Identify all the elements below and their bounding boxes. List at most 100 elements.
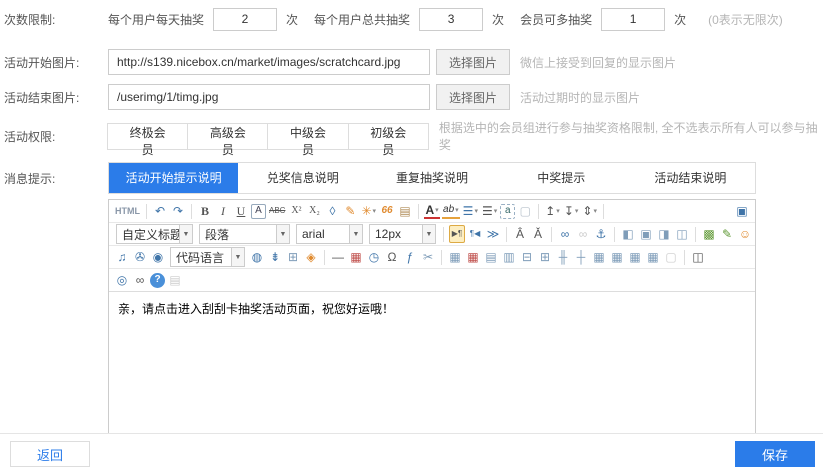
insert-code-icon[interactable]: ◍ [249,248,265,266]
print-icon[interactable]: ◫ [690,248,706,266]
highlight-color-icon[interactable]: ab▾ [442,204,460,219]
paste-icon[interactable]: ▤ [167,271,183,289]
insert-col-icon[interactable]: ⊞ [537,248,553,266]
insert-table-icon[interactable]: ▦ [447,248,463,266]
member-group-button[interactable]: 终极会员 [107,123,188,150]
auto-typeset-icon[interactable]: ✳▾ [360,202,377,220]
code-language-select[interactable]: 代码语言 ▼ [170,247,245,267]
end-image-pick-button[interactable]: 选择图片 [436,84,510,110]
fullscreen-icon[interactable]: ▣ [734,202,750,220]
merge-cells-icon[interactable]: ┼ [573,248,589,266]
paragraph-rtl-icon[interactable]: ▶¶ [449,225,465,243]
message-tab[interactable]: 中奖提示 [497,163,626,193]
message-tab[interactable]: 活动开始提示说明 [109,163,238,193]
doc-template-icon[interactable]: ▢ [663,248,679,266]
page-break-icon[interactable]: ⇟ [267,248,283,266]
to-uppercase-icon[interactable]: Â [512,225,528,243]
toolbar-separator [614,227,615,242]
message-tab[interactable]: 兑奖信息说明 [238,163,367,193]
formula-icon[interactable]: ƒ [402,248,418,266]
end-image-input[interactable] [108,84,430,110]
table-caption-icon[interactable]: ▥ [501,248,517,266]
insert-image-icon[interactable]: ▩ [701,225,717,243]
split-cells-icon[interactable]: ╫ [555,248,571,266]
ordered-list-icon[interactable]: ☰▾ [462,202,479,220]
bold-icon[interactable]: B [197,202,213,220]
snapshot-icon[interactable]: ✂ [420,248,436,266]
font-size-select[interactable]: 12px ▼ [369,224,436,244]
attachment-icon[interactable]: ✇ [132,248,148,266]
special-char-icon[interactable]: Ω [384,248,400,266]
format-painter-icon[interactable]: ✎ [342,202,358,220]
total-input[interactable] [419,8,483,31]
member-extra-input[interactable] [601,8,665,31]
editor-content[interactable]: 亲，请点击进入刮刮卡抽奖活动页面，祝您好运哦！ [109,292,755,441]
indent-icon[interactable]: ≫ [485,225,501,243]
anchor-icon[interactable]: a [500,204,515,219]
merge-right-icon[interactable]: ▦ [591,248,607,266]
horizontal-rule-icon[interactable]: — [330,248,346,266]
subscript-icon[interactable]: X₂ [306,202,322,220]
editor-toolbar-row2: 自定义标题 ▼ 段落 ▼ arial ▼ 12px ▼ ▶¶¶◀≫ÂǍ∞∞⚓◧▣… [109,223,755,246]
time-icon[interactable]: ◷ [366,248,382,266]
font-select[interactable]: arial ▼ [296,224,363,244]
unordered-list-icon[interactable]: ☰▾ [481,202,498,220]
table-title-icon[interactable]: ▤ [483,248,499,266]
per-day-input[interactable] [213,8,277,31]
strikethrough-icon[interactable]: ABC [268,202,286,220]
help-icon[interactable]: ? [150,273,165,288]
delete-col-icon[interactable]: ▦ [645,248,661,266]
html-source-icon[interactable]: HTML [114,202,141,220]
paragraph-ltr-icon[interactable]: ¶◀ [467,225,483,243]
image-float-left-icon[interactable]: ◧ [620,225,636,243]
start-image-pick-button[interactable]: 选择图片 [436,49,510,75]
music-icon[interactable]: ♫ [114,248,130,266]
start-image-input[interactable] [108,49,430,75]
redo-icon[interactable]: ↷ [170,202,186,220]
search-replace-icon[interactable]: ∞ [132,271,148,289]
unlink-icon[interactable]: ∞ [575,225,591,243]
insert-map-icon[interactable]: ◉ [150,248,166,266]
delete-row-icon[interactable]: ▦ [627,248,643,266]
back-button[interactable]: 返回 [10,441,90,467]
delete-table-icon[interactable]: ▦ [465,248,481,266]
blockquote-icon[interactable]: 66 [379,202,395,220]
underline-icon[interactable]: U [233,202,249,220]
date-icon[interactable]: ▦ [348,248,364,266]
insert-row-icon[interactable]: ⊟ [519,248,535,266]
new-page-icon[interactable]: ▢ [517,202,533,220]
line-height-icon[interactable]: ⇕▾ [581,202,598,220]
superscript-icon[interactable]: X² [288,202,304,220]
anchor-mark-icon[interactable]: ⚓ [593,225,609,243]
font-color-icon[interactable]: A▾ [424,204,440,219]
preview-icon[interactable]: ◎ [114,271,130,289]
scrawl-icon[interactable]: ✎ [719,225,735,243]
message-tab[interactable]: 活动结束说明 [626,163,755,193]
undo-icon[interactable]: ↶ [152,202,168,220]
link-icon[interactable]: ∞ [557,225,573,243]
emoji-icon[interactable]: ☺ [737,225,753,243]
start-image-row: 活动开始图片: 选择图片 微信上接受到回复的显示图片 [0,49,823,75]
merge-down-icon[interactable]: ▦ [609,248,625,266]
image-float-right-icon[interactable]: ◨ [656,225,672,243]
to-lowercase-icon[interactable]: Ǎ [530,225,546,243]
italic-icon[interactable]: I [215,202,231,220]
paste-table-icon[interactable]: ▤ [397,202,413,220]
insert-frame-icon[interactable]: ⊞ [285,248,301,266]
permission-row: 活动权限: 终极会员高级会员中级会员初级会员 根据选中的会员组进行参与抽奖资格限… [0,119,823,153]
chevron-down-icon: ▼ [276,225,289,243]
paragraph-select[interactable]: 段落 ▼ [199,224,290,244]
margin-top-icon[interactable]: ↥▾ [544,202,561,220]
message-tab[interactable]: 重复抽奖说明 [367,163,496,193]
style-select[interactable]: 自定义标题 ▼ [116,224,193,244]
baidu-map-icon[interactable]: ◈ [303,248,319,266]
image-center-icon[interactable]: ◫ [674,225,690,243]
member-group-button[interactable]: 高级会员 [187,123,268,150]
member-group-button[interactable]: 中级会员 [267,123,348,150]
image-inline-icon[interactable]: ▣ [638,225,654,243]
font-border-icon[interactable]: A [251,204,266,219]
remove-format-icon[interactable]: ◊ [324,202,340,220]
save-button[interactable]: 保存 [735,441,815,467]
member-group-button[interactable]: 初级会员 [348,123,429,150]
margin-bottom-icon[interactable]: ↧▾ [563,202,580,220]
